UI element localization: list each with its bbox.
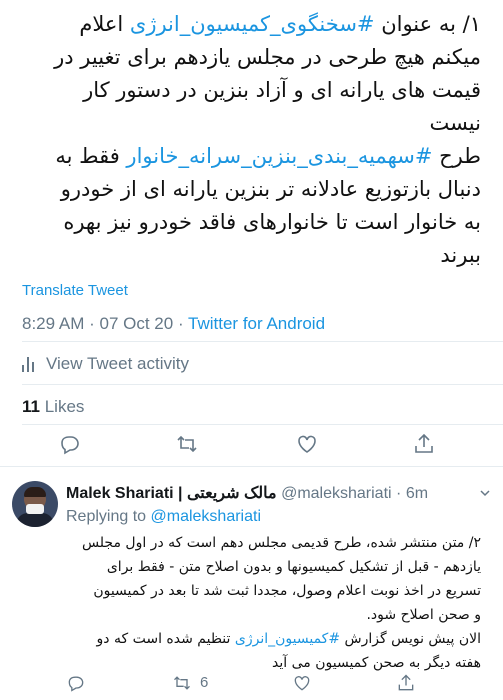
translate-tweet-link[interactable]: Translate Tweet — [22, 282, 128, 299]
tweet-segment: فقط به — [55, 144, 127, 168]
activity-label: View Tweet activity — [46, 354, 189, 373]
tweet-line: دنبال بازتوزیع عادلانه تر بنزین یارانه ا… — [11, 173, 481, 206]
tweet-time[interactable]: 8:29 AM — [22, 314, 84, 333]
share-icon[interactable] — [412, 432, 436, 456]
tweet-actions — [0, 432, 503, 458]
reply-time[interactable]: 6m — [406, 485, 428, 502]
replying-to: Replying to @malekshariati — [66, 508, 261, 526]
author-name[interactable]: Malek Shariati | مالک شریعتی — [66, 485, 277, 502]
retweet-icon[interactable] — [172, 673, 192, 693]
reply-actions: 6 — [0, 673, 503, 697]
meta-separator: · — [396, 485, 402, 502]
chevron-down-icon[interactable] — [479, 487, 491, 499]
reply-segment: تنظیم شده است که دو — [96, 631, 235, 647]
retweet-icon[interactable] — [175, 432, 199, 456]
reply-line: الان پیش نویس گزارش #کمیسیون_انرژی تنظیم… — [67, 627, 481, 651]
meta-separator: · — [177, 314, 189, 333]
reply-segment: یازدهم - قبل از تشکیل کمیسیونها و بدون ا… — [106, 559, 481, 575]
tweet-meta: 8:29 AM · 07 Oct 20 · Twitter for Androi… — [22, 314, 325, 334]
reply-tweet[interactable]: Malek Shariati | مالک شریعتی @malekshari… — [0, 466, 503, 700]
reply-line: یازدهم - قبل از تشکیل کمیسیونها و بدون ا… — [67, 555, 481, 579]
reply-segment: الان پیش نویس گزارش — [340, 631, 482, 647]
replying-prefix: Replying to — [66, 508, 151, 525]
tweet-segment: به خانوار است تا خانوارهای فاقد خودرو نی… — [63, 210, 481, 234]
author-handle[interactable]: @malekshariati — [281, 485, 392, 502]
tweet-text: ۱/ به عنوان #سخنگوی_کمیسیون_انرژی اعلام م… — [11, 8, 481, 272]
reply-segment: تسریع در اخذ نوبت اعلام وصول، مجددا ثبت … — [93, 583, 481, 599]
like-icon[interactable] — [292, 673, 312, 693]
reply-segment: هفته دیگر به صحن کمیسیون می آید — [272, 655, 481, 671]
replying-to-handle[interactable]: @malekshariati — [151, 508, 262, 525]
hashtag-link[interactable]: #سهمیه_بندی_بنزین_سرانه_خانوار — [126, 144, 432, 168]
tweet-line: طرح #سهمیه_بندی_بنزین_سرانه_خانوار فقط ب… — [11, 140, 481, 173]
view-activity-button[interactable]: View Tweet activity — [22, 354, 189, 374]
tweet-line: نیست — [11, 107, 481, 140]
tweet-segment: اعلام — [79, 12, 130, 36]
tweet-segment: طرح — [432, 144, 481, 168]
tweet-segment: نیست — [429, 111, 481, 135]
tweet-segment: قیمت های یارانه ای و آزاد بنزین در دستور… — [83, 78, 481, 102]
like-icon[interactable] — [295, 432, 319, 456]
tweet-segment: ببرند — [440, 243, 481, 267]
reply-line: ۲/ متن منتشر شده، طرح قدیمی مجلس دهم است… — [67, 531, 481, 555]
reply-line: و صحن اصلاح شود. — [67, 603, 481, 627]
tweet-segment: دنبال بازتوزیع عادلانه تر بنزین یارانه ا… — [60, 177, 481, 201]
retweet-count: 6 — [200, 674, 209, 691]
tweet-date[interactable]: 07 Oct 20 — [100, 314, 174, 333]
activity-icon — [22, 356, 36, 372]
tweet-segment: میکنم هیچ طرحی در مجلس یازدهم برای تغییر… — [54, 45, 481, 69]
likes-stat[interactable]: 11 Likes — [22, 397, 84, 417]
divider — [22, 424, 503, 425]
avatar[interactable] — [12, 481, 58, 527]
likes-label: Likes — [44, 397, 85, 416]
divider — [22, 341, 503, 342]
tweet-line: به خانوار است تا خانوارهای فاقد خودرو نی… — [11, 206, 481, 239]
tweet-source[interactable]: Twitter for Android — [188, 314, 325, 333]
reply-icon[interactable] — [66, 673, 86, 693]
divider — [22, 384, 503, 385]
tweet-line: قیمت های یارانه ای و آزاد بنزین در دستور… — [11, 74, 481, 107]
tweet-line: ببرند — [11, 239, 481, 272]
reply-icon[interactable] — [58, 432, 82, 456]
share-icon[interactable] — [396, 673, 416, 693]
reply-segment: و صحن اصلاح شود. — [366, 607, 481, 623]
reply-line: تسریع در اخذ نوبت اعلام وصول، مجددا ثبت … — [67, 579, 481, 603]
tweet-line: ۱/ به عنوان #سخنگوی_کمیسیون_انرژی اعلام — [11, 8, 481, 41]
reply-header: Malek Shariati | مالک شریعتی @malekshari… — [66, 483, 428, 503]
reply-segment: ۲/ متن منتشر شده، طرح قدیمی مجلس دهم است… — [81, 535, 481, 551]
reply-line: هفته دیگر به صحن کمیسیون می آید — [67, 651, 481, 675]
reply-text: ۲/ متن منتشر شده، طرح قدیمی مجلس دهم است… — [67, 531, 481, 675]
likes-count: 11 — [22, 397, 40, 416]
tweet-line: میکنم هیچ طرحی در مجلس یازدهم برای تغییر… — [11, 41, 481, 74]
hashtag-link[interactable]: #سخنگوی_کمیسیون_انرژی — [130, 12, 375, 36]
meta-separator: · — [89, 314, 100, 333]
hashtag-link[interactable]: #کمیسیون_انرژی — [235, 631, 340, 647]
tweet-segment: ۱/ به عنوان — [374, 12, 481, 36]
